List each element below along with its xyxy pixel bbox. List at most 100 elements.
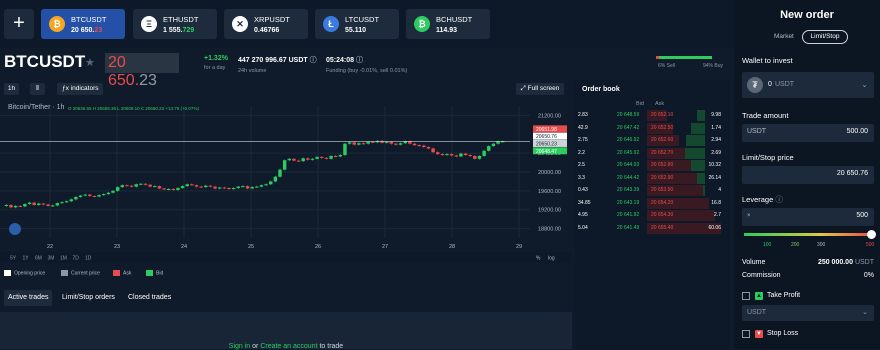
- leverage-input[interactable]: × 500: [742, 208, 874, 226]
- candle: [13, 205, 18, 208]
- candle: [315, 156, 319, 159]
- take-profit-input[interactable]: USDT ⌄: [742, 305, 874, 321]
- tab-active-trades[interactable]: Active trades: [4, 290, 53, 306]
- axis-mode-log[interactable]: log: [548, 256, 555, 262]
- favorite-star-icon[interactable]: ★: [85, 56, 95, 69]
- range-button-6m[interactable]: 6M: [35, 256, 42, 262]
- stop-loss-label: Stop Loss: [767, 330, 799, 337]
- range-button-3m[interactable]: 3M: [48, 256, 55, 262]
- candle: [18, 205, 22, 207]
- orderbook-row[interactable]: 0.43 20 643.39 20 653.50 4: [575, 185, 725, 196]
- ticker-ltcusdt[interactable]: Ł LTCUSDT 55.110: [315, 9, 399, 39]
- tab-market[interactable]: Market: [774, 33, 794, 40]
- range-button-7d[interactable]: 7D: [73, 256, 80, 262]
- candle: [431, 148, 435, 153]
- leverage-tick: 200: [791, 242, 800, 248]
- range-button-1y[interactable]: 1Y: [23, 256, 30, 262]
- tab-limit-stop-orders[interactable]: Limit/Stop orders: [58, 290, 119, 306]
- candle: [241, 186, 245, 188]
- candle: [213, 186, 217, 189]
- tab-limit-stop[interactable]: Limit/Stop: [802, 30, 848, 44]
- bid-depth-bar: [685, 135, 705, 146]
- candle: [371, 141, 375, 143]
- ticker-bchusdt[interactable]: ₿ BCHUSDT 114.93: [406, 9, 490, 39]
- candle: [88, 194, 92, 197]
- candle: [153, 186, 157, 188]
- range-button-5y[interactable]: 5Y: [10, 256, 17, 262]
- trades-panel: Sign in or Create an account to trade: [0, 312, 572, 350]
- candle: [264, 184, 268, 186]
- candle: [139, 183, 143, 185]
- amount-label: Trade amount: [742, 111, 789, 120]
- stop-loss-checkbox[interactable]: [742, 330, 750, 338]
- info-icon[interactable]: ⓘ: [775, 195, 783, 204]
- orderbook-title: Order book: [582, 86, 620, 93]
- candle: [157, 186, 162, 189]
- candle: [9, 205, 13, 208]
- leverage-slider-thumb[interactable]: [867, 230, 876, 239]
- orderbook-row[interactable]: 2.5 20 644.93 20 652.80 10.32: [575, 160, 725, 171]
- ticker-name: LTCUSDT: [345, 15, 380, 24]
- orderbook-row[interactable]: 42.9 20 647.42 20 652.50 1.74: [575, 122, 725, 134]
- candle: [310, 158, 315, 160]
- y-tick-label: 18800.00: [538, 227, 561, 233]
- chevron-down-icon: ⌄: [861, 80, 868, 89]
- tab-closed-trades[interactable]: Closed trades: [124, 290, 175, 306]
- x-tick-label: 26: [315, 244, 321, 250]
- sell-percent: 6% Sell: [658, 63, 675, 69]
- interval-select[interactable]: 1h: [4, 83, 19, 95]
- orderbook-row[interactable]: 4.95 20 641.92 20 654.30 2.7: [575, 210, 725, 221]
- candle: [185, 184, 189, 187]
- orderbook-row[interactable]: 2.83 20 648.59 20 652.10 9.98: [575, 110, 725, 121]
- orderbook-rows: 2.83 20 648.59 20 652.10 9.98 42.9 20 647.42…: [575, 110, 730, 235]
- ohlc-summary: O 20636.55 H 20668.36 L 20609.10 C 20650…: [68, 106, 199, 111]
- candle: [115, 187, 120, 191]
- limit-stop-input[interactable]: 20 650.76: [742, 166, 874, 184]
- orderbook-ask-header: Ask: [655, 101, 665, 107]
- new-order-title: New order: [780, 9, 834, 21]
- info-icon[interactable]: ⓘ: [310, 57, 317, 64]
- orderbook-row[interactable]: 2.2 20 645.92 20 652.70 2.69: [575, 147, 725, 159]
- litecoin-icon: Ł: [323, 16, 339, 32]
- orderbook-row[interactable]: 3.3 20 644.42 20 652.90 26.14: [575, 172, 725, 184]
- indicators-button[interactable]: ƒx indicators: [57, 83, 103, 95]
- range-button-1d[interactable]: 1D: [85, 256, 92, 262]
- axis-mode-percent[interactable]: %: [536, 256, 541, 262]
- add-ticker-button[interactable]: +: [4, 9, 34, 39]
- amount-input[interactable]: USDT 500.00: [742, 124, 874, 142]
- price-tag-label: 20648.47: [536, 149, 557, 155]
- candle: [482, 150, 486, 156]
- leverage-slider-track[interactable]: [744, 230, 876, 239]
- candle: [445, 154, 449, 156]
- volume-value: 447 270 996.67 USDT ⓘ: [238, 57, 317, 64]
- range-button-1m[interactable]: 1M: [60, 256, 67, 262]
- ticker-xrpusdt[interactable]: ✕ XRPUSDT 0.46766: [224, 9, 308, 39]
- candle: [269, 181, 273, 185]
- ticker-ethusdt[interactable]: Ξ ETHUSDT 1 555.729: [133, 9, 217, 39]
- ticker-name: BTCUSDT: [71, 15, 107, 24]
- fullscreen-button[interactable]: ⤢ Full screen: [516, 83, 564, 95]
- candle: [180, 186, 185, 189]
- x-tick-label: 24: [181, 244, 187, 250]
- orderbook-row[interactable]: 34.85 20 643.19 20 654.20 16.8: [575, 197, 725, 209]
- candle: [69, 199, 73, 202]
- wallet-select[interactable]: ₮ 0 USDT ⌄: [742, 72, 874, 98]
- candle: [361, 143, 366, 145]
- candle: [176, 188, 180, 190]
- tradingview-logo-icon: [9, 223, 21, 235]
- price-chart[interactable]: 21200.0020400.0020000.0019600.0019200.00…: [0, 100, 572, 263]
- candle: [231, 188, 236, 190]
- orderbook-row[interactable]: 2.75 20 646.92 20 652.60 2.94: [575, 135, 725, 146]
- candle: [199, 186, 203, 188]
- chart-background: [0, 100, 572, 263]
- leverage-tick: 100: [763, 242, 772, 248]
- candle: [477, 155, 482, 159]
- y-tick-label: 20000.00: [538, 170, 561, 176]
- ticker-price: 55.110: [345, 27, 367, 34]
- ticker-btcusdt[interactable]: ₿ BTCUSDT 20 650.23: [41, 9, 125, 39]
- chart-type-icon[interactable]: ⫴: [30, 83, 45, 95]
- take-profit-checkbox[interactable]: [742, 292, 750, 300]
- orderbook-row[interactable]: 5.04 20 641.49 20 655.40 60.06: [575, 222, 725, 234]
- candle: [236, 186, 240, 189]
- info-icon[interactable]: ⓘ: [356, 57, 363, 64]
